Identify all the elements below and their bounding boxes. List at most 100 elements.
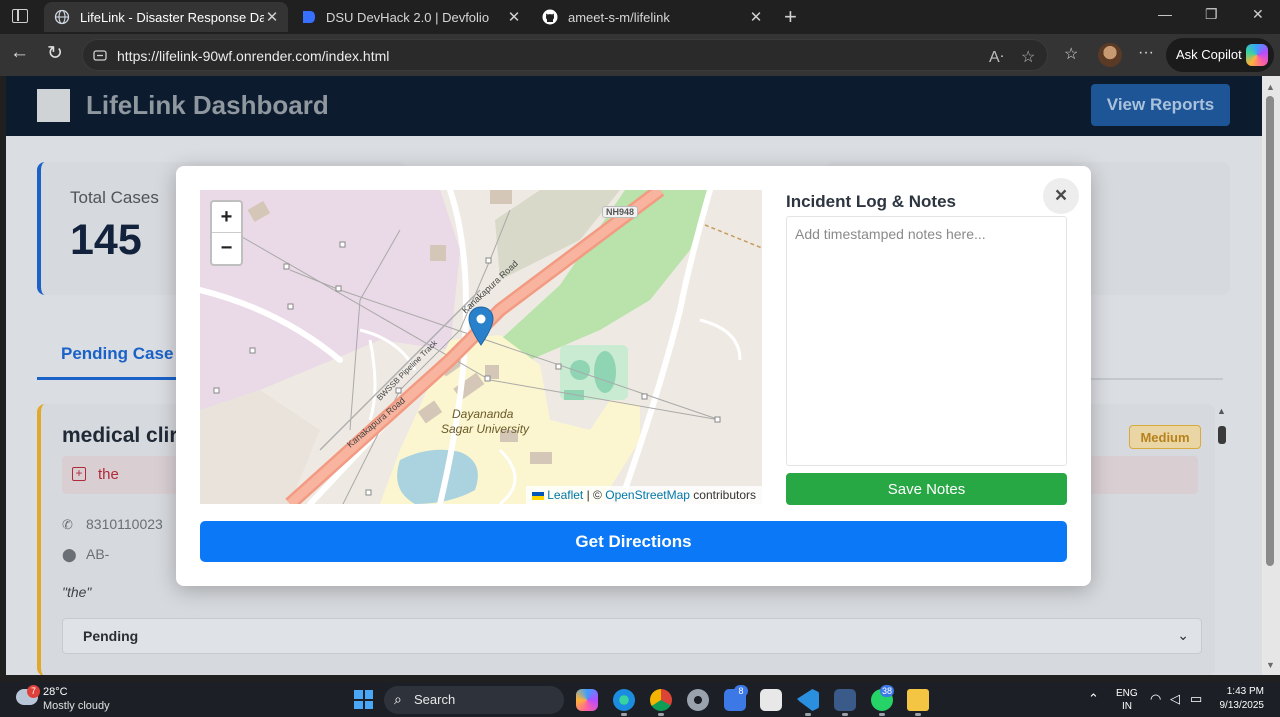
minimize-icon[interactable]: — — [1158, 6, 1172, 22]
running-indicator — [879, 713, 885, 716]
scroll-up-icon[interactable]: ▲ — [1217, 406, 1226, 416]
chevron-up-icon[interactable]: ⌃ — [1088, 691, 1099, 707]
read-aloud-icon[interactable]: Aᐧ — [989, 47, 1004, 67]
notes-textarea[interactable] — [786, 216, 1067, 466]
copilot-icon — [1246, 44, 1268, 66]
running-indicator — [621, 713, 627, 716]
refresh-icon[interactable]: ↻ — [47, 42, 63, 65]
windows-start-icon[interactable] — [354, 690, 373, 709]
ask-copilot-label: Ask Copilot — [1176, 47, 1242, 62]
map-attribution: Leaflet | © OpenStreetMap contributors — [526, 486, 762, 504]
case-phone: 8310110023 — [86, 516, 163, 532]
map-label-campus: Dayananda — [452, 407, 514, 421]
taskbar-search[interactable]: ⌕ Search — [384, 686, 564, 714]
ukraine-flag-icon — [532, 491, 545, 500]
leaflet-link[interactable]: Leaflet — [547, 488, 583, 502]
search-icon: ⌕ — [394, 691, 402, 707]
chrome-icon[interactable] — [650, 689, 672, 711]
scroll-thumb[interactable] — [1218, 426, 1226, 444]
location-marker-icon[interactable] — [468, 306, 494, 346]
new-tab-button[interactable]: + — [784, 4, 797, 30]
back-arrow-icon[interactable]: ← — [10, 42, 29, 64]
window-close-icon[interactable]: ✕ — [1252, 6, 1264, 23]
file-explorer-icon[interactable] — [907, 689, 929, 711]
store-icon[interactable] — [760, 689, 782, 711]
map-zoom-control: + − — [210, 200, 243, 266]
site-info-icon[interactable] — [93, 48, 107, 62]
weather-badge: 7 — [27, 685, 40, 698]
close-modal-button[interactable]: × — [1043, 178, 1079, 214]
incident-map[interactable]: NH948 Kanakapura Road Kanakapura Road BW… — [200, 190, 762, 504]
weather-temperature[interactable]: 28°C — [43, 686, 68, 698]
restore-icon[interactable]: ❐ — [1205, 6, 1218, 23]
ask-copilot-button[interactable]: Ask Copilot — [1166, 38, 1274, 72]
address-bar[interactable]: https://lifelink-90wf.onrender.com/index… — [82, 39, 1048, 71]
wifi-icon[interactable]: ◠ — [1150, 691, 1161, 707]
save-notes-button[interactable]: Save Notes — [786, 473, 1067, 505]
attribution-separator: | © — [586, 488, 602, 502]
close-tab-icon[interactable]: ✕ — [264, 8, 280, 26]
tab-github[interactable]: ameet-s-m/lifelink ✕ — [532, 2, 772, 32]
total-cases-value: 145 — [70, 216, 142, 264]
favorites-icon[interactable]: ☆ — [1064, 44, 1078, 64]
settings-gear-icon[interactable] — [687, 689, 709, 711]
active-tab-indicator — [37, 377, 177, 380]
running-indicator — [915, 713, 921, 716]
favorite-star-icon[interactable]: ☆ — [1021, 47, 1035, 67]
medical-plus-icon: + — [72, 467, 86, 481]
search-label: Search — [414, 692, 456, 707]
scroll-down-icon[interactable]: ▼ — [1266, 660, 1275, 670]
volume-icon[interactable]: ◁ — [1170, 691, 1180, 707]
tab-pending-cases[interactable]: Pending Case — [61, 344, 173, 364]
case-description: "the" — [62, 584, 92, 600]
app-logo — [37, 89, 70, 122]
openstreetmap-link[interactable]: OpenStreetMap — [605, 488, 690, 502]
status-value: Pending — [83, 628, 139, 644]
zoom-in-button[interactable]: + — [212, 202, 241, 233]
snipping-tool-icon[interactable] — [834, 689, 856, 711]
page-scrollbar[interactable]: ▲ ▼ — [1262, 76, 1280, 675]
tab-lifelink[interactable]: LifeLink - Disaster Response Dash ✕ — [44, 2, 288, 32]
url-text: https://lifelink-90wf.onrender.com/index… — [117, 48, 390, 64]
taskbar-clock[interactable]: 1:43 PM 9/13/2025 — [1218, 686, 1265, 711]
close-tab-icon[interactable]: ✕ — [748, 8, 764, 26]
sidebar-toggle-icon[interactable] — [12, 9, 28, 23]
total-cases-label: Total Cases — [70, 188, 159, 207]
chevron-down-icon: ⌄ — [1177, 627, 1189, 643]
language-region[interactable]: IN — [1122, 701, 1132, 712]
github-icon — [542, 9, 558, 25]
weather-description[interactable]: Mostly cloudy — [43, 700, 110, 712]
vscode-icon[interactable] — [797, 689, 819, 711]
whatsapp-badge: 38 — [880, 685, 895, 697]
more-menu-icon[interactable]: ··· — [1138, 44, 1154, 62]
running-indicator — [842, 713, 848, 716]
zoom-out-button[interactable]: − — [212, 233, 241, 264]
tab-title: DSU DevHack 2.0 | Devfolio — [326, 9, 490, 25]
scroll-thumb[interactable] — [1266, 96, 1274, 566]
browser-toolbar: ← ↻ https://lifelink-90wf.onrender.com/i… — [0, 34, 1280, 76]
status-select[interactable]: Pending ⌄ — [62, 618, 1202, 654]
profile-avatar[interactable] — [1098, 43, 1122, 67]
edge-icon[interactable] — [613, 689, 635, 711]
view-reports-button[interactable]: View Reports — [1091, 84, 1230, 126]
tab-devfolio[interactable]: DSU DevHack 2.0 | Devfolio ✕ — [290, 2, 530, 32]
running-indicator — [658, 713, 664, 716]
app-title: LifeLink Dashboard — [86, 90, 329, 120]
copilot-app-icon[interactable] — [576, 689, 598, 711]
map-tiles — [200, 190, 762, 504]
get-directions-button[interactable]: Get Directions — [200, 521, 1067, 562]
case-address: AB- — [86, 546, 110, 562]
teams-badge: 8 — [734, 685, 748, 697]
scroll-up-icon[interactable]: ▲ — [1266, 82, 1275, 92]
incident-modal: NH948 Kanakapura Road Kanakapura Road BW… — [176, 166, 1091, 586]
clock-date: 9/13/2025 — [1219, 700, 1265, 711]
tab-title: LifeLink - Disaster Response Dash — [80, 9, 264, 25]
language-indicator[interactable]: ENG — [1116, 688, 1138, 699]
close-tab-icon[interactable]: ✕ — [506, 8, 522, 26]
clock-time: 1:43 PM — [1226, 686, 1264, 697]
location-pin-icon: ⬤ — [62, 547, 77, 562]
case-list-scrollbar[interactable]: ▲ — [1216, 406, 1228, 675]
battery-icon[interactable]: ▭ — [1190, 691, 1202, 707]
case-type-text: the — [98, 466, 119, 483]
devfolio-icon — [303, 11, 315, 23]
